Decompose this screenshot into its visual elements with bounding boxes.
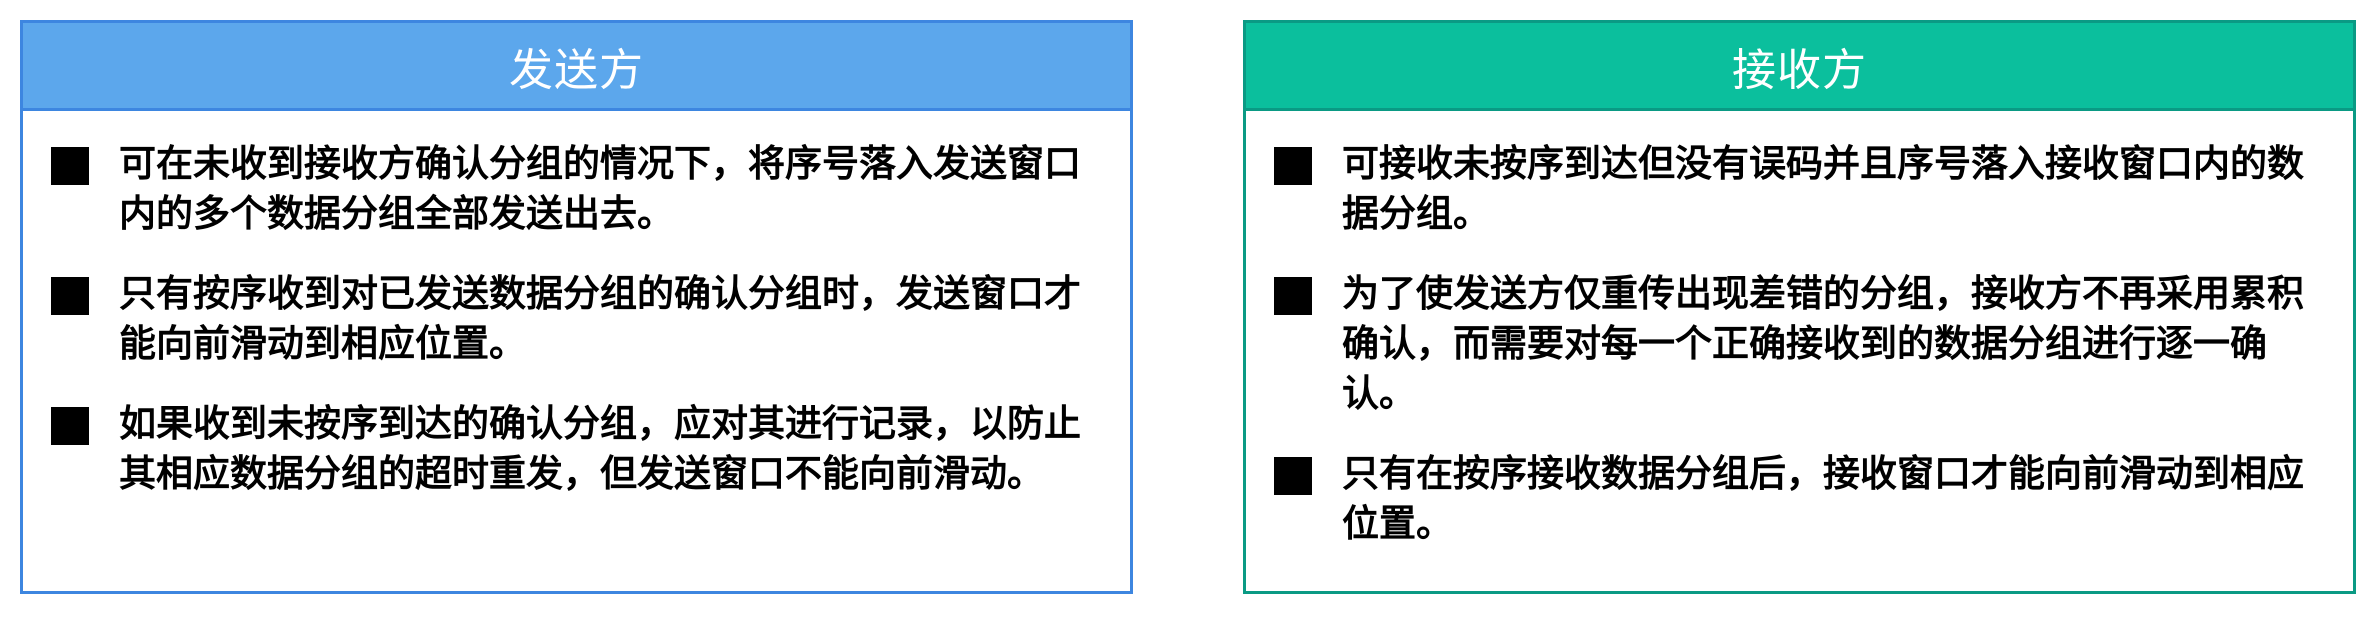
- sender-rule-item: 如果收到未按序到达的确认分组，应对其进行记录，以防止其相应数据分组的超时重发，但…: [51, 399, 1110, 499]
- sender-panel: 发送方 可在未收到接收方确认分组的情况下，将序号落入发送窗口内的多个数据分组全部…: [20, 20, 1133, 594]
- receiver-panel-header: 接收方: [1246, 23, 2353, 111]
- square-bullet-icon: [51, 147, 89, 185]
- sender-rules-list: 可在未收到接收方确认分组的情况下，将序号落入发送窗口内的多个数据分组全部发送出去…: [23, 111, 1130, 499]
- sender-rule-item: 只有按序收到对已发送数据分组的确认分组时，发送窗口才能向前滑动到相应位置。: [51, 269, 1110, 369]
- receiver-rule-text: 只有在按序接收数据分组后，接收窗口才能向前滑动到相应位置。: [1342, 452, 2304, 545]
- sender-rule-text: 可在未收到接收方确认分组的情况下，将序号落入发送窗口内的多个数据分组全部发送出去…: [119, 142, 1081, 235]
- square-bullet-icon: [1274, 147, 1312, 185]
- sender-title: 发送方: [509, 44, 644, 96]
- sender-rule-item: 可在未收到接收方确认分组的情况下，将序号落入发送窗口内的多个数据分组全部发送出去…: [51, 139, 1110, 239]
- sender-panel-header: 发送方: [23, 23, 1130, 111]
- receiver-rule-text: 可接收未按序到达但没有误码并且序号落入接收窗口内的数据分组。: [1342, 142, 2304, 235]
- receiver-rules-list: 可接收未按序到达但没有误码并且序号落入接收窗口内的数据分组。 为了使发送方仅重传…: [1246, 111, 2353, 549]
- receiver-rule-text: 为了使发送方仅重传出现差错的分组，接收方不再采用累积确认，而需要对每一个正确接收…: [1342, 272, 2304, 415]
- sender-rule-text: 如果收到未按序到达的确认分组，应对其进行记录，以防止其相应数据分组的超时重发，但…: [119, 402, 1081, 495]
- receiver-panel: 接收方 可接收未按序到达但没有误码并且序号落入接收窗口内的数据分组。 为了使发送…: [1243, 20, 2356, 594]
- square-bullet-icon: [51, 407, 89, 445]
- square-bullet-icon: [1274, 457, 1312, 495]
- sender-rule-text: 只有按序收到对已发送数据分组的确认分组时，发送窗口才能向前滑动到相应位置。: [119, 272, 1081, 365]
- receiver-rule-item: 只有在按序接收数据分组后，接收窗口才能向前滑动到相应位置。: [1274, 449, 2333, 549]
- receiver-rule-item: 可接收未按序到达但没有误码并且序号落入接收窗口内的数据分组。: [1274, 139, 2333, 239]
- receiver-title: 接收方: [1732, 44, 1867, 96]
- square-bullet-icon: [1274, 277, 1312, 315]
- square-bullet-icon: [51, 277, 89, 315]
- receiver-rule-item: 为了使发送方仅重传出现差错的分组，接收方不再采用累积确认，而需要对每一个正确接收…: [1274, 269, 2333, 419]
